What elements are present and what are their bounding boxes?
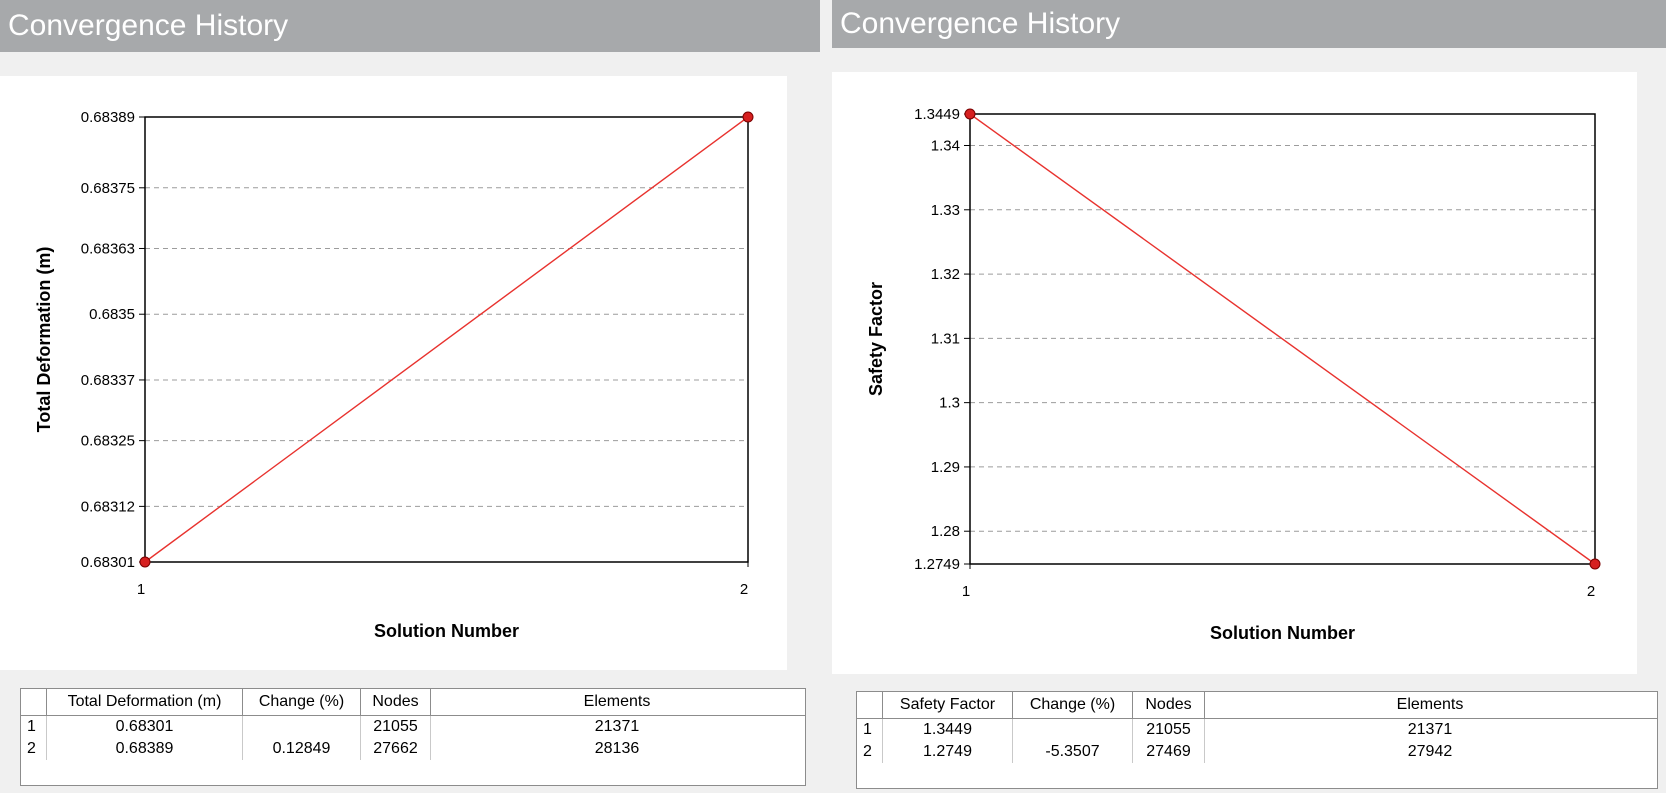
results-table: Total Deformation (m) Change (%) Nodes E… xyxy=(20,688,806,786)
x-axis-title: Solution Number xyxy=(1210,623,1355,643)
nodes-value: 21055 xyxy=(1133,719,1205,741)
column-header-safety-factor[interactable]: Safety Factor xyxy=(883,692,1013,718)
panel-title: Convergence History xyxy=(832,0,1666,48)
y-axis-title: Safety Factor xyxy=(866,282,886,396)
deformation-value: 0.68389 xyxy=(47,738,243,760)
results-table: Safety Factor Change (%) Nodes Elements … xyxy=(856,691,1658,789)
column-header-nodes[interactable]: Nodes xyxy=(1133,692,1205,718)
table-row[interactable]: 2 0.68389 0.12849 27662 28136 xyxy=(21,738,805,760)
y-tick-label: 1.34 xyxy=(931,138,960,155)
y-tick-label: 1.3449 xyxy=(914,106,960,123)
series-line xyxy=(969,113,1596,565)
x-tick-label: 2 xyxy=(740,581,748,598)
change-value: -5.3507 xyxy=(1013,741,1133,763)
x-tick-label: 1 xyxy=(137,581,145,598)
row-index: 2 xyxy=(21,738,47,760)
y-tick-label: 1.2749 xyxy=(914,556,960,573)
row-index: 1 xyxy=(857,719,883,741)
y-tick-label: 1.31 xyxy=(931,330,960,347)
data-point[interactable] xyxy=(1589,558,1601,570)
y-tick-label: 0.68389 xyxy=(81,109,135,126)
column-header-index[interactable] xyxy=(857,692,883,718)
y-tick-label: 0.68312 xyxy=(81,498,135,515)
convergence-panel-safety-factor: Convergence History 1.2749 1.28 1.29 1.3 1.3… xyxy=(832,0,1666,793)
elements-value: 21371 xyxy=(594,718,640,735)
table-header-row: Safety Factor Change (%) Nodes Elements xyxy=(857,692,1657,719)
x-tick-label: 2 xyxy=(1587,583,1595,600)
table-row[interactable]: 1 1.3449 21055 21371 xyxy=(857,719,1657,741)
elements-value: 21371 xyxy=(1407,721,1453,738)
elements-value: 28136 xyxy=(594,740,640,757)
deformation-chart: 0.68301 0.68312 0.68325 0.68337 0.6835 0.6836… xyxy=(34,109,754,641)
y-axis-title: Total Deformation (m) xyxy=(34,247,54,433)
column-header-deformation[interactable]: Total Deformation (m) xyxy=(47,689,243,715)
y-tick-label: 0.68325 xyxy=(81,433,135,450)
data-point[interactable] xyxy=(964,108,976,120)
y-tick-label: 1.29 xyxy=(931,459,960,476)
chart-area: 0.68301 0.68312 0.68325 0.68337 0.6835 0.6836… xyxy=(0,76,787,670)
column-header-index[interactable] xyxy=(21,689,47,715)
x-axis-title: Solution Number xyxy=(374,621,519,641)
series-line xyxy=(144,116,749,563)
safety-factor-value: 1.3449 xyxy=(883,719,1013,741)
y-tick-label: 1.32 xyxy=(931,266,960,283)
chart-area: 1.2749 1.28 1.29 1.3 1.31 1.32 1.33 1.34 1.3449 1… xyxy=(832,72,1637,674)
y-tick-label: 0.68337 xyxy=(81,372,135,389)
convergence-panel-deformation: Convergence History 0.68301 0.68312 0.6832… xyxy=(0,0,820,793)
table-header-row: Total Deformation (m) Change (%) Nodes E… xyxy=(21,689,805,716)
safety-factor-chart: 1.2749 1.28 1.29 1.3 1.31 1.32 1.33 1.34 1.3449 1… xyxy=(866,106,1601,643)
table-row[interactable]: 1 0.68301 21055 21371 xyxy=(21,716,805,738)
y-tick-label: 0.6835 xyxy=(89,306,135,323)
y-tick-label: 0.68301 xyxy=(81,554,135,571)
column-header-change[interactable]: Change (%) xyxy=(1013,692,1133,718)
x-tick-label: 1 xyxy=(962,583,970,600)
y-tick-label: 0.68375 xyxy=(81,180,135,197)
column-header-nodes[interactable]: Nodes xyxy=(361,689,431,715)
safety-factor-value: 1.2749 xyxy=(883,741,1013,763)
change-value xyxy=(1013,719,1133,741)
data-point[interactable] xyxy=(742,111,754,123)
nodes-value: 21055 xyxy=(361,716,431,738)
deformation-value: 0.68301 xyxy=(47,716,243,738)
y-tick-label: 0.68363 xyxy=(81,240,135,257)
table-row[interactable]: 2 1.2749 -5.3507 27469 27942 xyxy=(857,741,1657,763)
column-header-change[interactable]: Change (%) xyxy=(243,689,361,715)
elements-value: 27942 xyxy=(1407,743,1453,760)
row-index: 2 xyxy=(857,741,883,763)
column-header-elements[interactable]: Elements xyxy=(1205,692,1655,718)
panel-title: Convergence History xyxy=(0,0,820,52)
change-value: 0.12849 xyxy=(243,738,361,760)
column-header-elements[interactable]: Elements xyxy=(431,689,803,715)
y-tick-label: 1.3 xyxy=(939,395,960,412)
change-value xyxy=(243,716,361,738)
data-point[interactable] xyxy=(139,556,151,568)
nodes-value: 27662 xyxy=(361,738,431,760)
y-tick-label: 1.28 xyxy=(931,523,960,540)
y-tick-label: 1.33 xyxy=(931,202,960,219)
row-index: 1 xyxy=(21,716,47,738)
nodes-value: 27469 xyxy=(1133,741,1205,763)
